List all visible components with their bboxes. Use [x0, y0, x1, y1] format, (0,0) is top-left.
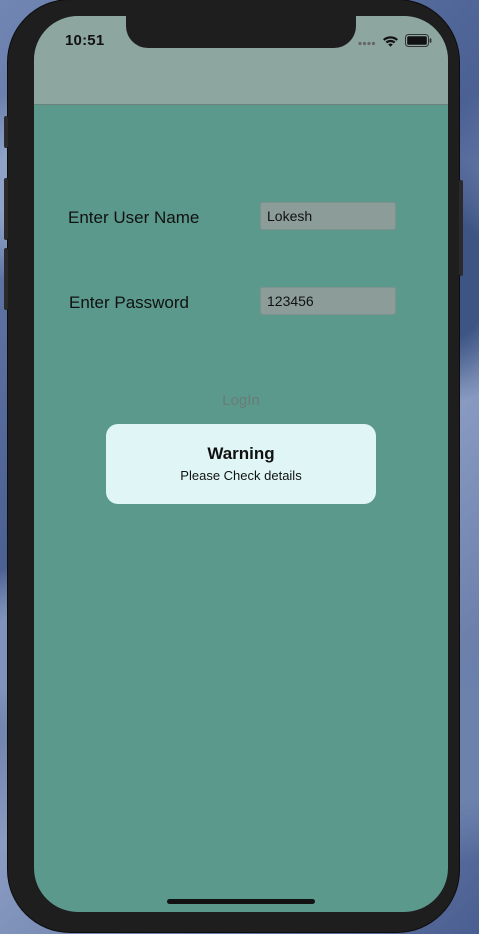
status-icons: [358, 34, 432, 47]
password-label: Enter Password: [69, 293, 189, 312]
username-field[interactable]: Lokesh: [260, 202, 396, 230]
alert-message: Please Check details: [180, 468, 302, 483]
power-button: [459, 180, 463, 276]
volume-down-button: [4, 248, 8, 310]
app-screen: 10:51 Enter User Name Lokesh Enter Passw…: [34, 16, 448, 912]
username-label: Enter User Name: [68, 208, 200, 227]
notch: [126, 16, 356, 48]
home-indicator[interactable]: [167, 899, 315, 904]
wifi-icon: [383, 35, 398, 47]
password-field[interactable]: 123456: [260, 287, 396, 315]
mute-switch: [4, 116, 8, 148]
iphone-frame: 10:51 Enter User Name Lokesh Enter Passw…: [4, 0, 463, 932]
alert-title: Warning: [207, 444, 275, 463]
login-button[interactable]: LogIn: [34, 392, 448, 409]
battery-icon: [405, 34, 432, 47]
volume-up-button: [4, 178, 8, 240]
warning-alert: Warning Please Check details: [106, 424, 376, 504]
status-time: 10:51: [65, 32, 105, 49]
cellular-signal-icon: [358, 41, 376, 46]
